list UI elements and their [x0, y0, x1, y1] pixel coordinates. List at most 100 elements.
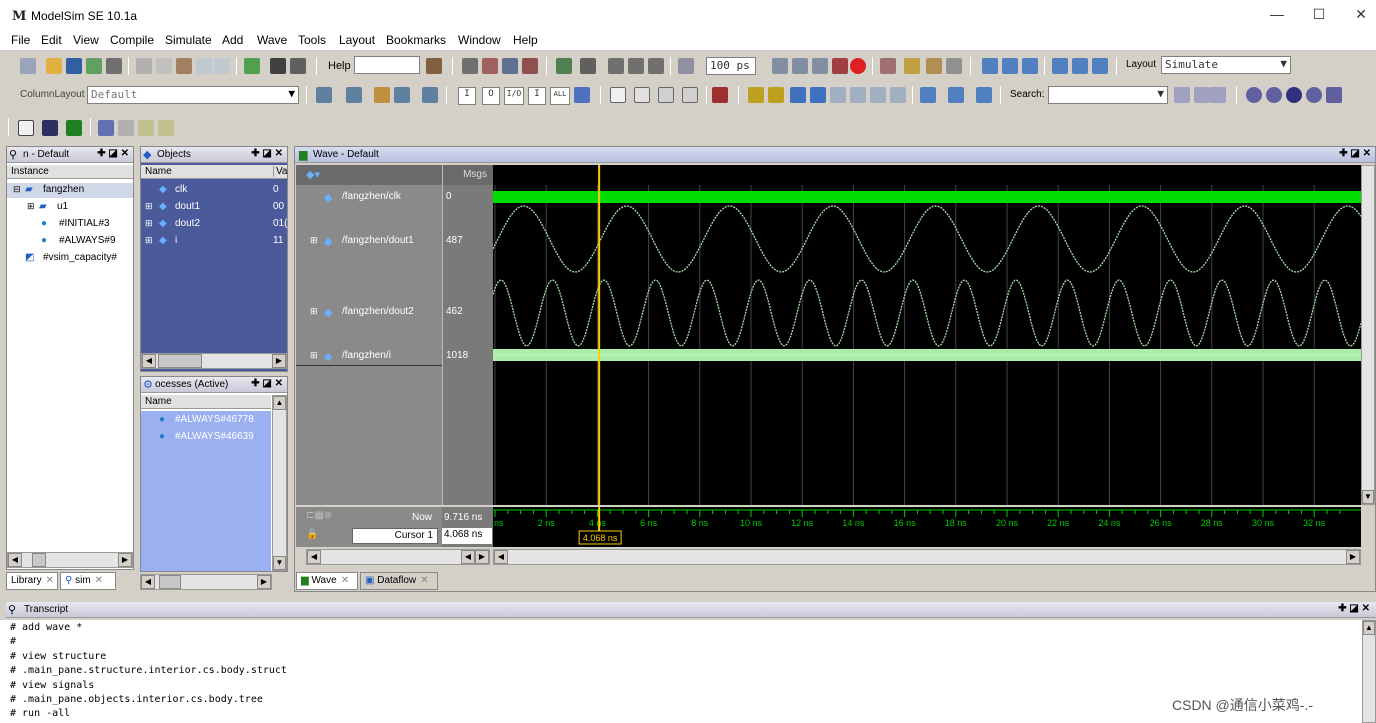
print-icon[interactable]	[106, 58, 122, 74]
scroll-right-icon[interactable]: ▶	[475, 550, 489, 564]
forward-arrow-icon[interactable]	[648, 58, 664, 74]
scroll-right-icon[interactable]: ▶	[1346, 550, 1360, 564]
menu-bookmarks[interactable]: Bookmarks	[386, 33, 446, 47]
step-out-icon[interactable]	[926, 58, 942, 74]
up-arrow-icon[interactable]	[608, 58, 624, 74]
up-icon[interactable]	[1022, 58, 1038, 74]
tree-row-vsim-capacity[interactable]: ◩ #vsim_capacity#	[7, 251, 133, 266]
cut-icon[interactable]	[136, 58, 152, 74]
scroll-thumb[interactable]	[159, 575, 181, 589]
edge-end-icon[interactable]	[890, 87, 906, 103]
object-row-clk[interactable]: ◆ clk 0	[141, 183, 287, 199]
wave-vscrollbar[interactable]: ▼	[1361, 165, 1375, 505]
structure-hscrollbar[interactable]: ◀ ▶	[7, 552, 133, 568]
filter-out-button[interactable]: O	[482, 87, 500, 105]
brush-icon[interactable]	[574, 87, 590, 103]
new-icon[interactable]	[20, 58, 36, 74]
expand-icon[interactable]	[920, 87, 936, 103]
cursor-name-field[interactable]: Cursor 1	[352, 528, 438, 544]
step-into-icon[interactable]	[880, 58, 896, 74]
edge-right-icon[interactable]	[810, 87, 826, 103]
scroll-right-icon[interactable]: ▶	[272, 354, 286, 368]
stop-sim-icon[interactable]	[850, 58, 866, 74]
sim-back-icon[interactable]	[580, 58, 596, 74]
menu-layout[interactable]: Layout	[339, 33, 375, 47]
value-column-label[interactable]: Va	[273, 166, 288, 177]
trace-xstep-icon[interactable]	[158, 120, 174, 136]
transcript-console[interactable]: # add wave * # # view structure # .main_…	[0, 620, 1362, 723]
panel-controls-icon[interactable]: ✚ ◪ ✕	[1338, 603, 1370, 614]
instance-column-header[interactable]: Instance	[7, 165, 133, 179]
sim-env-icon[interactable]	[556, 58, 572, 74]
run-length-input[interactable]: 100 ps	[706, 57, 756, 75]
reload-icon[interactable]	[86, 58, 102, 74]
zoom-full-icon[interactable]	[1286, 87, 1302, 103]
select-pointer-icon[interactable]	[610, 87, 626, 103]
menu-file[interactable]: File	[11, 33, 30, 47]
process-row[interactable]: ● #ALWAYS#46778	[141, 413, 271, 429]
step-over-icon[interactable]	[904, 58, 920, 74]
close-icon[interactable]: ✕	[420, 575, 428, 586]
collapse-icon[interactable]: ⊟	[13, 184, 21, 195]
panel-controls-icon[interactable]: ✚ ◪ ✕	[1339, 148, 1371, 159]
panel-controls-icon[interactable]: ✚ ◪ ✕	[251, 148, 283, 159]
scroll-thumb[interactable]	[158, 354, 202, 368]
scroll-left-icon[interactable]: ◀	[461, 550, 475, 564]
dataflow-down-icon[interactable]	[66, 120, 82, 136]
save-icon[interactable]	[66, 58, 82, 74]
wave-signal-row[interactable]: ⊞ ◆ /fangzhen/dout1	[296, 231, 442, 251]
help-search-icon[interactable]	[426, 58, 442, 74]
tab-wave[interactable]: ▆ Wave ✕	[296, 572, 358, 590]
open-icon[interactable]	[46, 58, 62, 74]
wave-hscrollbar[interactable]: ◀ ▶	[493, 549, 1361, 565]
dataflow-icon[interactable]	[18, 120, 34, 136]
stop-icon[interactable]	[522, 58, 538, 74]
tab-sim[interactable]: ⚲ sim ✕	[60, 572, 116, 590]
restart-sim-icon[interactable]	[678, 58, 694, 74]
filter-in-button[interactable]: I	[458, 87, 476, 105]
menu-view[interactable]: View	[73, 33, 99, 47]
trace-down-icon[interactable]	[1092, 58, 1108, 74]
wave-signal-row[interactable]: ⊞ ◆ /fangzhen/i	[296, 346, 442, 366]
zoom-up-icon[interactable]	[982, 58, 998, 74]
wave-edit-icon[interactable]	[374, 87, 390, 103]
break-icon[interactable]	[502, 58, 518, 74]
filter-internal-button[interactable]: I	[528, 87, 546, 105]
schematic-icon[interactable]	[98, 120, 114, 136]
redo-icon[interactable]	[214, 58, 230, 74]
edge-rise-icon[interactable]	[830, 87, 846, 103]
tree-row-fangzhen[interactable]: ⊟ ▰ fangzhen	[7, 183, 133, 198]
layout-select[interactable]: Simulate ▼	[1161, 56, 1291, 74]
filter-inout-button[interactable]: I/O	[504, 87, 524, 105]
edge-fall-icon[interactable]	[850, 87, 866, 103]
trace-icon[interactable]	[1072, 58, 1088, 74]
menu-window[interactable]: Window	[458, 33, 501, 47]
processes-hscrollbar[interactable]: ◀ ▶	[140, 574, 272, 590]
scroll-left-icon[interactable]: ◀	[8, 553, 22, 567]
insert-cursor-icon[interactable]	[712, 87, 728, 103]
expand-icon[interactable]: ⊞	[310, 350, 318, 361]
search-back-icon[interactable]	[1194, 87, 1210, 103]
close-icon[interactable]: ✕	[341, 575, 349, 586]
menu-simulate[interactable]: Simulate	[165, 33, 212, 47]
menu-wave[interactable]: Wave	[257, 33, 287, 47]
name-column-label[interactable]: Name	[145, 166, 172, 177]
processes-vscrollbar[interactable]: ▲ ▼	[272, 395, 287, 571]
run-continue-icon[interactable]	[792, 58, 808, 74]
scroll-left-icon[interactable]: ◀	[141, 575, 155, 589]
time-axis[interactable]: 0 ns 2 ns 4 ns 6 ns 8 ns 10 ns 12 ns 14 ns 16 ns…	[486, 507, 1361, 547]
transcript-vscrollbar[interactable]: ▲	[1362, 620, 1376, 723]
menu-add[interactable]: Add	[222, 33, 243, 47]
scroll-down-icon[interactable]: ▼	[1362, 490, 1374, 504]
scroll-thumb[interactable]	[32, 553, 46, 567]
collapse-icon[interactable]	[948, 87, 964, 103]
back-arrow-icon[interactable]	[628, 58, 644, 74]
wave-add2-icon[interactable]	[346, 87, 362, 103]
pan-mode-icon[interactable]	[658, 87, 674, 103]
expand-icon[interactable]: ⊞	[145, 235, 153, 246]
scroll-left-icon[interactable]: ◀	[494, 550, 508, 564]
wave-group-icon[interactable]	[394, 87, 410, 103]
edge-prev-icon[interactable]	[748, 87, 764, 103]
names-hscrollbar[interactable]: ◀ ◀ ▶	[306, 549, 490, 565]
tab-library[interactable]: Library ✕	[6, 572, 58, 590]
